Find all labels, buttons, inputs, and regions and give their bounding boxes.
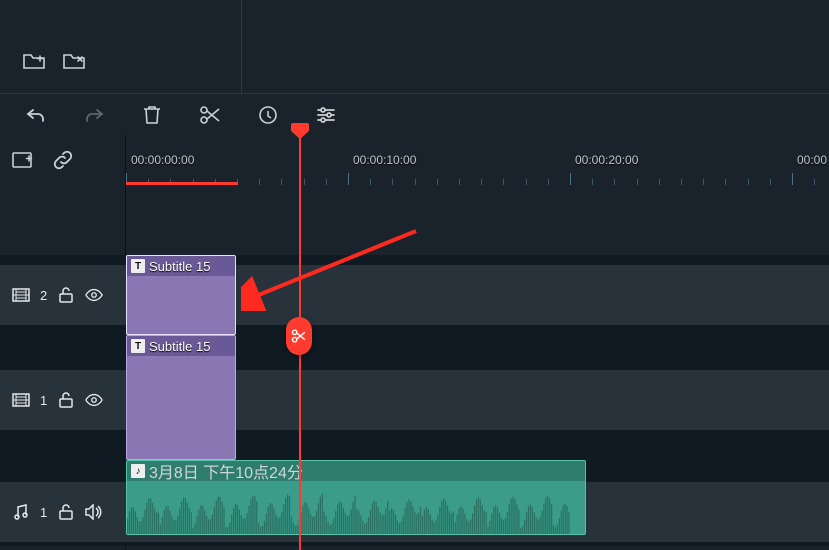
video-track-icon xyxy=(12,391,30,409)
audio-clip[interactable]: ♪ 3月8日 下午10点24分 xyxy=(126,460,586,535)
redo-icon[interactable] xyxy=(82,103,106,127)
settings-sliders-icon[interactable] xyxy=(314,103,338,127)
track-number: 1 xyxy=(40,505,47,520)
split-scissors-icon[interactable] xyxy=(198,103,222,127)
new-folder-icon[interactable] xyxy=(23,52,45,70)
track-audio-1: 1 ♪ 3月8日 下午10点24分 xyxy=(0,460,829,546)
track-number: 2 xyxy=(40,288,47,303)
top-panel xyxy=(0,0,829,93)
ruler-label: 00:00:00:00 xyxy=(131,153,194,167)
lock-icon[interactable] xyxy=(57,391,75,409)
timeline-ruler[interactable]: 00:00:00:00 00:00:10:00 00:00:20:00 00:0… xyxy=(125,135,829,185)
video-track-icon xyxy=(12,286,30,304)
track-number: 1 xyxy=(40,393,47,408)
remove-folder-icon[interactable] xyxy=(63,52,85,70)
subtitle-clip[interactable]: T Subtitle 15 xyxy=(126,255,236,335)
link-icon[interactable] xyxy=(52,149,74,171)
clip-title: Subtitle 15 xyxy=(149,259,210,274)
music-track-icon xyxy=(12,503,30,521)
marker-clock-icon[interactable] xyxy=(256,103,280,127)
eye-icon[interactable] xyxy=(85,391,103,409)
waveform xyxy=(127,481,570,534)
media-browser-toolbar xyxy=(0,0,242,93)
lock-icon[interactable] xyxy=(57,503,75,521)
clip-title: 3月8日 下午10点24分 xyxy=(149,460,303,483)
ruler-label: 00:00 xyxy=(797,153,827,167)
undo-icon[interactable] xyxy=(24,103,48,127)
eye-icon[interactable] xyxy=(85,286,103,304)
delete-icon[interactable] xyxy=(140,103,164,127)
annotation-arrow xyxy=(241,221,421,311)
text-badge-icon: T xyxy=(131,339,145,353)
add-media-icon[interactable] xyxy=(12,151,34,169)
text-badge-icon: T xyxy=(131,259,145,273)
ruler-label: 00:00:10:00 xyxy=(353,153,416,167)
clip-title: Subtitle 15 xyxy=(149,339,210,354)
split-button[interactable] xyxy=(286,317,312,355)
speaker-icon[interactable] xyxy=(85,503,103,521)
timeline-toolbar xyxy=(0,93,829,135)
lock-icon[interactable] xyxy=(57,286,75,304)
track-video-1: 1 T Subtitle 15 xyxy=(0,335,829,460)
music-badge-icon: ♪ xyxy=(131,464,145,478)
ruler-label: 00:00:20:00 xyxy=(575,153,638,167)
subtitle-clip[interactable]: T Subtitle 15 xyxy=(126,335,236,460)
timeline: 00:00:00:00 00:00:10:00 00:00:20:00 00:0… xyxy=(0,135,829,550)
